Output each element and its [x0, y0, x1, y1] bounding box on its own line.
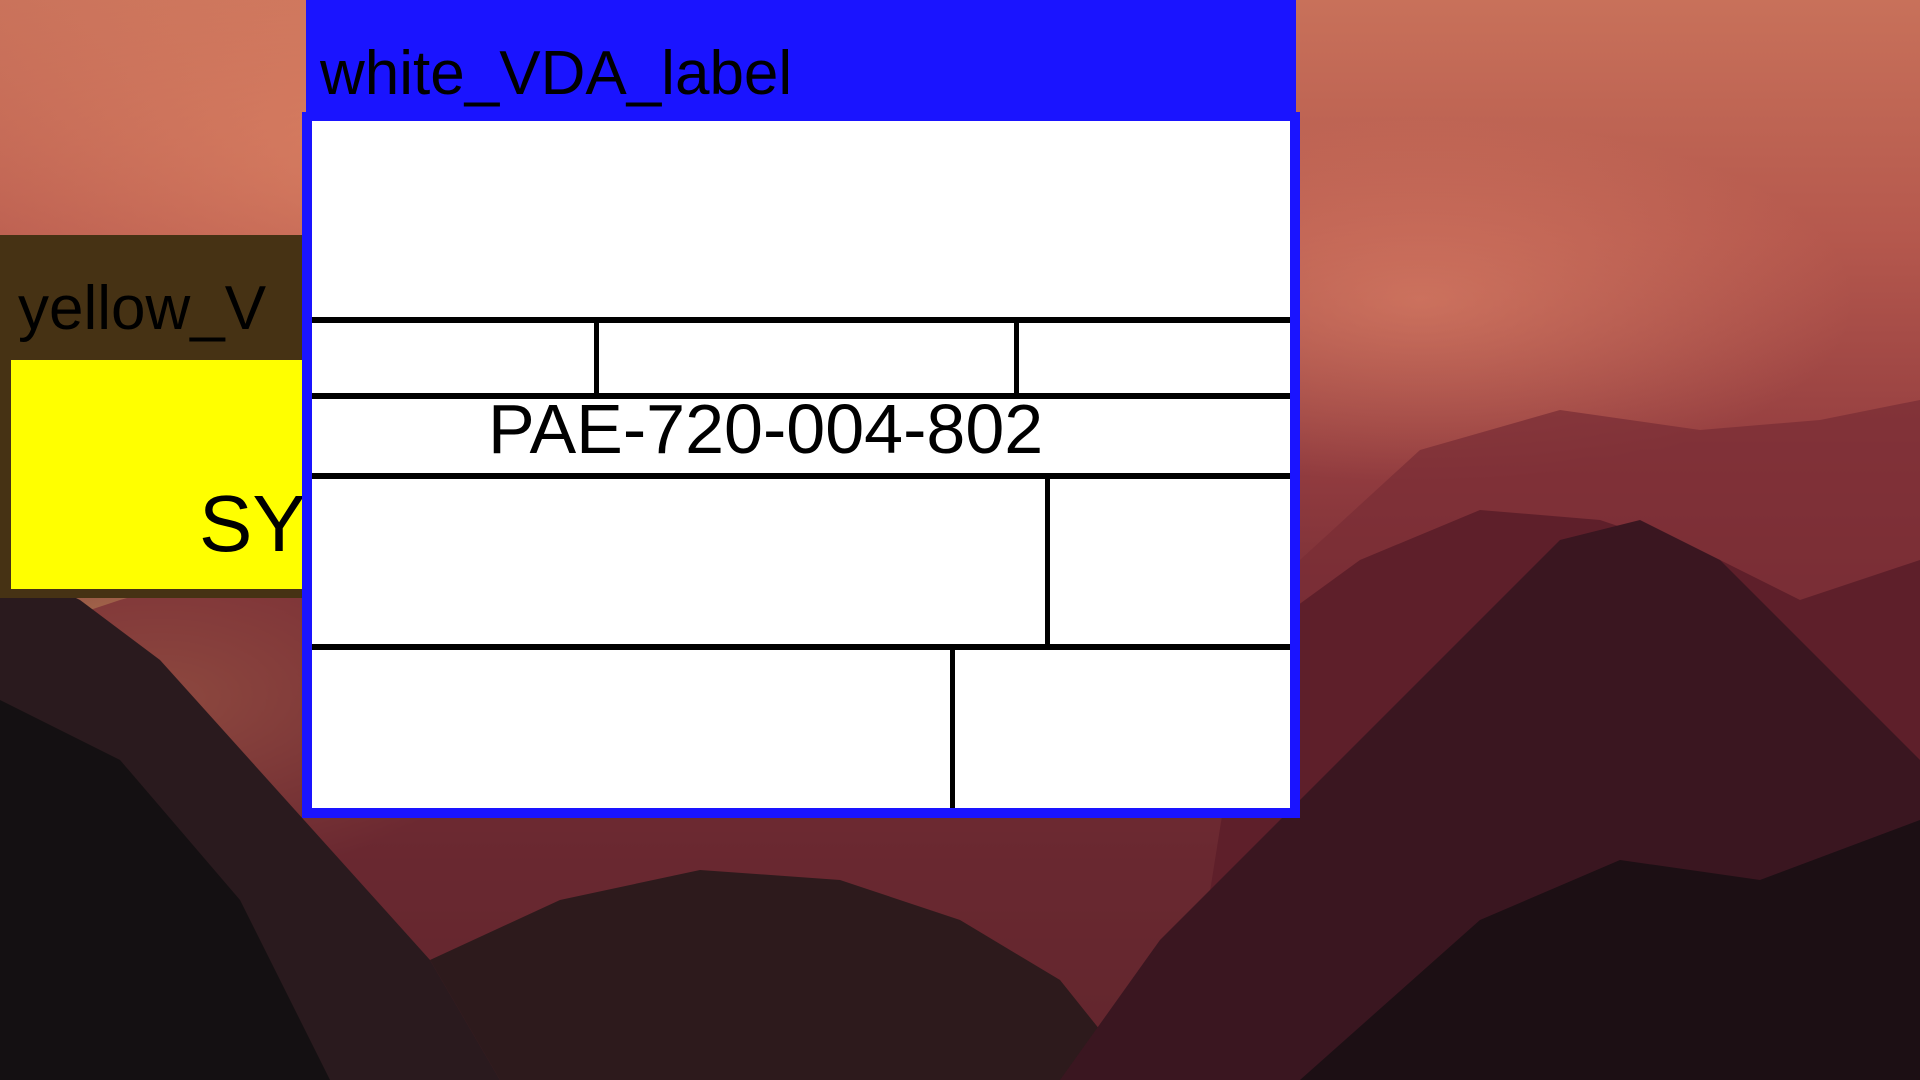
- yellow-window[interactable]: yellow_V SY: [0, 235, 340, 598]
- yellow-label-text: SY: [199, 479, 306, 568]
- white-window[interactable]: white_VDA_label PAE-720-004-802: [302, 0, 1300, 818]
- yellow-window-content: SY: [11, 360, 340, 589]
- label-cell-row2-a: [312, 323, 594, 393]
- part-number-text: PAE-720-004-802: [488, 390, 1044, 468]
- label-divider-v3: [1045, 479, 1050, 644]
- label-cell-row2-b: [599, 323, 1014, 393]
- label-cell-row5-a: [312, 650, 950, 808]
- label-cell-row5-b: [955, 650, 1290, 808]
- label-cell-row4-b: [1050, 479, 1290, 644]
- white-window-title: white_VDA_label: [320, 39, 793, 108]
- yellow-window-title: yellow_V: [18, 274, 267, 343]
- label-cell-row2-c: [1019, 323, 1290, 393]
- label-divider-h1: [312, 317, 1290, 323]
- label-divider-v4: [950, 650, 955, 808]
- white-window-titlebar[interactable]: white_VDA_label: [306, 0, 1296, 114]
- label-divider-h4: [312, 644, 1290, 650]
- white-window-frame: PAE-720-004-802: [302, 112, 1300, 818]
- label-divider-h3: [312, 473, 1290, 479]
- label-cell-header: [312, 121, 1290, 317]
- label-divider-v2: [1014, 323, 1019, 393]
- label-cell-row4-a: [312, 479, 1045, 644]
- yellow-window-titlebar[interactable]: yellow_V: [0, 235, 340, 350]
- label-divider-v1: [594, 323, 599, 393]
- vda-label: PAE-720-004-802: [312, 121, 1290, 808]
